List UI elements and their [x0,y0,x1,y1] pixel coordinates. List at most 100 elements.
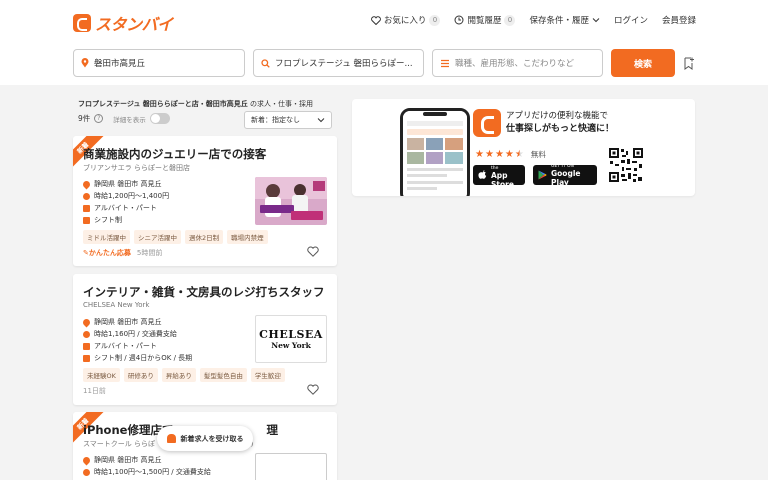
keyword-input-value: フロプレステージュ 磐田ららぽー... [275,59,413,69]
job-location: 静岡県 磐田市 高見丘 [94,180,162,188]
briefcase-icon [83,204,90,212]
logo-mark-icon [73,14,91,32]
location-pin-icon [81,455,92,465]
new-jobs-alert-button[interactable]: 新着求人を受け取る [157,426,253,451]
favorites-count-badge: 0 [429,14,441,26]
location-input-value: 磐田市高見丘 [94,59,146,69]
promo-line1: アプリだけの便利な機能で [506,111,609,121]
history-icon [454,15,464,25]
filter-list-icon [441,59,449,67]
job-info: 静岡県 磐田市 高見丘 時給1,200円〜1,400円 アルバイト・パート シフ… [81,178,170,226]
detail-toggle-label: 詳細を表示 [113,115,146,124]
salary-icon [83,468,90,476]
job-title-tail: 理 [266,423,278,437]
history-count-badge: 0 [504,14,516,26]
job-company: ブリアンサエラ ららぽーと磐田店 [83,164,190,172]
heart-icon [371,15,381,25]
app-store-button[interactable]: Download on the App Store [473,161,525,189]
app-store-small: Download on the [491,161,521,171]
salary-icon [83,330,90,338]
sort-select-value: 新着：指定なし [251,116,300,124]
job-tag: ミドル活躍中 [83,230,130,244]
top-nav: お気に入り 0 閲覧履歴 0 保存条件・履歴 ログイン 会員登録 [371,14,696,26]
keyword-input[interactable]: フロプレステージュ 磐田ららぽー... [253,49,424,77]
job-tag: 昇給あり [161,368,196,382]
app-icon [473,109,501,137]
google-play-button[interactable]: GET IT ON Google Play [533,164,597,187]
job-schedule: シフト制 [94,216,122,224]
favorite-heart-icon[interactable] [307,384,319,395]
results-count: 9件 [78,114,91,123]
promo-text: アプリだけの便利な機能で 仕事探しがもっと快適に！ [506,110,614,136]
job-tags: ミドル活躍中 シニア活躍中 週休2日制 職場内禁煙 [83,230,268,244]
condition-input-placeholder: 職種、雇用形態、こだわりなど [455,59,575,69]
google-play-icon [538,170,547,180]
rating-stars: ★ ★ ★ ★ ★ 無料 [475,149,546,160]
easy-apply-text: かんたん応募 [88,249,131,257]
job-location: 静岡県 磐田市 高見丘 [94,318,162,326]
favorite-heart-icon[interactable] [307,246,319,257]
job-info: 静岡県 磐田市 高見丘 時給1,100円〜1,500円 / 交通費支給 [81,454,211,478]
job-title[interactable]: インテリア・雑貨・文房具のレジ打ちスタッフ [83,284,325,300]
nav-login[interactable]: ログイン [614,14,648,26]
job-posted: 11日前 [83,387,106,395]
job-employment: アルバイト・パート [94,342,157,350]
calendar-icon [83,216,90,224]
job-salary: 時給1,100円〜1,500円 / 交通費支給 [94,468,211,476]
job-image [255,177,327,225]
site-header: スタンバイ お気に入り 0 閲覧履歴 0 保存条件・履歴 ログイン 会員登録 磐… [0,0,768,85]
calendar-icon [83,354,90,362]
job-salary: 時給1,200円〜1,400円 [94,192,170,200]
job-image-placeholder [255,453,327,480]
job-card[interactable]: インテリア・雑貨・文房具のレジ打ちスタッフ CHELSEA New York 静… [73,274,337,405]
job-tag: 未経験OK [83,368,120,382]
help-icon[interactable]: ? [94,114,104,123]
search-icon [261,58,270,68]
logo[interactable]: スタンバイ [73,11,173,35]
results-title: フロプレステージュ 磐田ららぽーと店・磐田市高見丘 の求人・仕事・採用 [78,99,338,109]
nav-history-label: 閲覧履歴 [467,16,502,26]
save-search-button[interactable] [683,49,695,77]
job-footer: 11日前 [83,386,106,396]
google-play-label: Google Play [551,168,581,187]
star-icon: ★ [484,149,494,160]
nav-favorites-label: お気に入り [383,16,427,26]
chevron-down-icon [317,118,325,123]
job-tag: 職場内禁煙 [227,230,268,244]
job-company-text: スマートクール ららぽ [83,440,156,448]
results-heading: フロプレステージュ 磐田ららぽーと店・磐田市高見丘 の求人・仕事・採用 [78,99,338,109]
star-icon: ★ [494,149,504,160]
results-count-row: 9件 ? 詳細を表示 [78,113,170,124]
nav-register[interactable]: 会員登録 [662,14,696,26]
logo-text: スタンバイ [95,15,173,34]
chevron-down-icon [592,18,600,23]
job-tag: 髪型髪色自由 [199,368,247,382]
nav-history[interactable]: 閲覧履歴 0 [454,14,516,26]
job-footer: ✎かんたん応募 5時間前 [83,248,162,258]
job-tags: 未経験OK 研修あり 昇給あり 髪型髪色自由 学生歓迎 [83,368,285,382]
nav-saved-conditions[interactable]: 保存条件・履歴 [529,14,600,26]
apple-icon [478,170,487,179]
location-pin-icon [81,179,92,189]
phone-screen [403,111,467,196]
nav-favorites[interactable]: お気に入り 0 [371,14,441,26]
free-label: 無料 [530,150,546,159]
job-title[interactable]: 商業施設内のジュエリー店での接客 [83,146,266,162]
detail-toggle[interactable] [149,113,170,124]
job-card[interactable]: 新着 商業施設内のジュエリー店での接客 ブリアンサエラ ららぽーと磐田店 静岡県… [73,136,337,266]
location-pin-icon [81,58,89,68]
job-tag: 学生歓迎 [250,368,285,382]
app-promo-banner[interactable]: アプリだけの便利な機能で 仕事探しがもっと快適に！ ★ ★ ★ ★ ★ 無料 Downl… [352,99,695,196]
star-icon: ★ [475,149,484,160]
job-employment: アルバイト・パート [94,204,157,212]
results-title-suffix: の求人・仕事・採用 [247,100,314,108]
condition-input[interactable]: 職種、雇用形態、こだわりなど [432,49,603,77]
sort-select[interactable]: 新着：指定なし [244,111,332,129]
search-button[interactable]: 検索 [611,49,675,77]
location-input[interactable]: 磐田市高見丘 [73,49,245,77]
job-schedule: シフト制 / 週4日からOK / 長期 [94,354,193,362]
job-tag: シニア活躍中 [134,230,181,244]
easy-apply-label: ✎かんたん応募 [83,248,131,258]
phone-mockup [400,108,470,196]
search-bar: 磐田市高見丘 フロプレステージュ 磐田ららぽー... 職種、雇用形態、こだわりな… [73,49,695,77]
